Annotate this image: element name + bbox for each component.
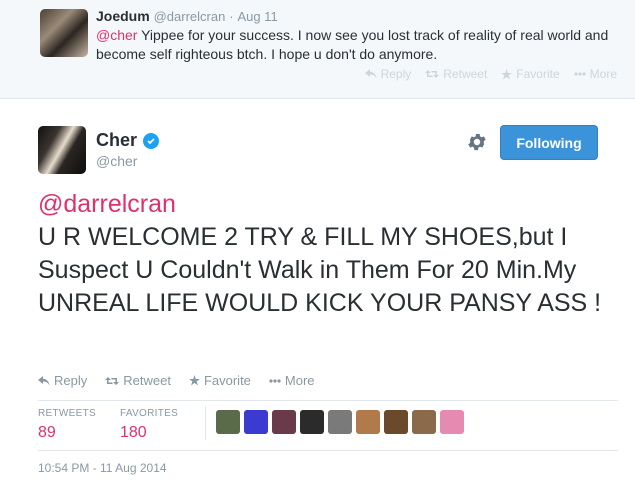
mention-link[interactable]: @darrelcran	[38, 188, 618, 221]
star-icon	[188, 375, 200, 386]
reply-header: Joedum @darrelcran · Aug 11	[96, 8, 278, 24]
retweets-count: 89	[38, 424, 56, 441]
separator-dot: ·	[229, 9, 234, 24]
retweets-label: RETWEETS	[38, 408, 96, 419]
divider	[205, 406, 206, 440]
author-name-row: Cher	[96, 130, 160, 151]
reply-body: Yippee for your success. I now see you l…	[96, 27, 609, 62]
reply-date[interactable]: Aug 11	[237, 9, 277, 24]
reply-author-handle[interactable]: @darrelcran	[154, 9, 226, 24]
main-avatar[interactable]	[38, 126, 86, 174]
retweet-label: Retweet	[123, 373, 171, 388]
favoriter-avatar[interactable]	[272, 410, 296, 434]
reply-text: @cher Yippee for your success. I now see…	[96, 26, 616, 64]
favorites-stat[interactable]: FAVORITES 180	[120, 408, 178, 442]
tweet-actions: Reply Retweet Favorite More	[38, 373, 315, 388]
reply-label: Reply	[54, 373, 88, 388]
favorite-label: Favorite	[203, 373, 251, 388]
retweet-icon	[105, 376, 120, 385]
tweet-text: @darrelcran U R WELCOME 2 TRY & FILL MY …	[38, 188, 618, 320]
retweet-button[interactable]: Retweet	[425, 67, 487, 81]
favoriter-avatar[interactable]	[412, 410, 436, 434]
favorite-label: Favorite	[516, 67, 560, 81]
more-icon	[269, 378, 281, 383]
more-label: More	[589, 67, 617, 81]
mention-link[interactable]: @cher	[96, 27, 137, 43]
favorites-count: 180	[120, 424, 147, 441]
favoriter-avatar[interactable]	[384, 410, 408, 434]
retweet-icon	[425, 70, 440, 78]
divider	[38, 450, 618, 451]
tweet-timestamp[interactable]: 10:54 PM - 11 Aug 2014	[38, 461, 167, 475]
favoriter-avatar[interactable]	[300, 410, 324, 434]
reply-label: Reply	[380, 67, 412, 81]
favorite-button[interactable]: Favorite	[501, 67, 560, 81]
tweet-body: U R WELCOME 2 TRY & FILL MY SHOES,but I …	[38, 223, 602, 317]
favoriter-avatar[interactable]	[216, 410, 240, 434]
author-handle[interactable]: @cher	[96, 153, 137, 169]
star-icon	[501, 68, 513, 79]
favoriter-avatar[interactable]	[356, 410, 380, 434]
verified-badge-icon	[143, 132, 160, 149]
retweet-label: Retweet	[443, 67, 488, 81]
more-button[interactable]: More	[574, 67, 617, 81]
reply-button[interactable]: Reply	[364, 67, 412, 81]
favoriters-avatars	[216, 410, 464, 434]
reply-author-name[interactable]: Joedum	[96, 8, 150, 24]
more-icon	[574, 72, 586, 76]
favoriter-avatar[interactable]	[440, 410, 464, 434]
gear-icon[interactable]	[466, 131, 488, 153]
reply-button[interactable]: Reply	[38, 373, 87, 388]
reply-icon	[38, 375, 50, 385]
following-button[interactable]: Following	[500, 125, 598, 160]
divider	[38, 400, 618, 401]
favorites-label: FAVORITES	[120, 408, 179, 419]
favoriter-avatar[interactable]	[328, 410, 352, 434]
reply-tweet: Joedum @darrelcran · Aug 11 @cher Yippee…	[0, 0, 635, 99]
avatar[interactable]	[40, 9, 88, 57]
favorite-button[interactable]: Favorite	[188, 373, 251, 388]
more-label: More	[284, 373, 315, 388]
reply-icon	[364, 69, 377, 79]
reply-actions: Reply Retweet Favorite More	[364, 67, 617, 81]
favoriter-avatar[interactable]	[244, 410, 268, 434]
author-name[interactable]: Cher	[96, 130, 137, 151]
retweets-stat[interactable]: RETWEETS 89	[38, 408, 96, 442]
more-button[interactable]: More	[269, 373, 315, 388]
retweet-button[interactable]: Retweet	[105, 373, 171, 388]
